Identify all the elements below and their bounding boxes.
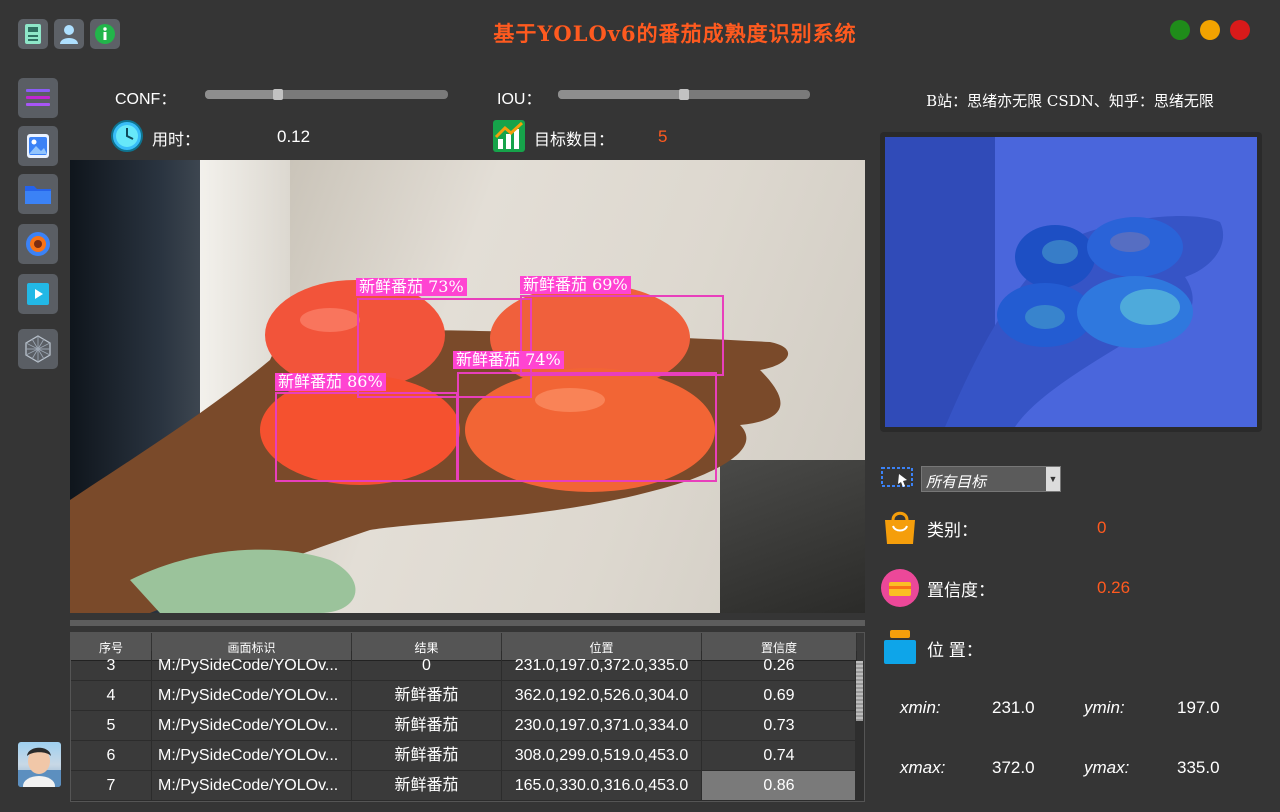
- shopping-bag-icon: [881, 508, 919, 546]
- cell-confidence[interactable]: 0.26: [702, 651, 857, 681]
- iou-slider-fill: [558, 90, 684, 99]
- position-icon: [882, 628, 920, 666]
- detection-box: [457, 372, 717, 482]
- cell-position[interactable]: 165.0,330.0,316.0,453.0: [502, 771, 702, 801]
- cell-position[interactable]: 308.0,299.0,519.0,453.0: [502, 741, 702, 771]
- conf-label: CONF：: [115, 91, 177, 108]
- cell-position[interactable]: 231.0,197.0,372.0,335.0: [502, 651, 702, 681]
- xmax-label: xmax:: [900, 758, 946, 777]
- chevron-down-icon[interactable]: ▼: [1046, 467, 1060, 491]
- maximize-button[interactable]: [1170, 20, 1190, 40]
- cell-source[interactable]: M:/PySideCode/YOLOv...: [152, 771, 352, 801]
- xmin-value: 231.0: [992, 698, 1035, 717]
- conf-slider[interactable]: [205, 89, 448, 100]
- time-value: 0.12: [277, 127, 311, 146]
- app-title: 基于YOLOv6的番茄成熟度识别系统: [493, 21, 857, 46]
- heatmap-view: [880, 132, 1262, 432]
- target-select-value: 所有目标: [926, 474, 987, 491]
- cell-position[interactable]: 230.0,197.0,371.0,334.0: [502, 711, 702, 741]
- cell-result[interactable]: 0: [352, 651, 502, 681]
- detection-label: 新鲜番茄 74%: [453, 351, 564, 369]
- results-table: 序号 画面标识 结果 位置 置信度 3 M:/PySideCode/YOLOv..…: [70, 632, 865, 802]
- ymax-value: 335.0: [1177, 758, 1220, 777]
- horizontal-scrollbar[interactable]: [70, 620, 865, 626]
- author-credit: B站：思绪亦无限 CSDN、知乎：思绪无限: [926, 92, 1214, 110]
- detection-image: 新鲜番茄 73% 新鲜番茄 69% 新鲜番茄 74% 新鲜番茄 86%: [70, 160, 865, 613]
- iou-slider[interactable]: [558, 89, 810, 100]
- iou-slider-handle[interactable]: [679, 89, 689, 100]
- detection-label: 新鲜番茄 73%: [356, 278, 467, 296]
- ymax-label: ymax:: [1084, 758, 1130, 777]
- position-label: 位 置：: [927, 641, 983, 660]
- table-row[interactable]: 7 M:/PySideCode/YOLOv... 新鲜番茄 165.0,330.0,3…: [71, 771, 857, 801]
- iou-label: IOU：: [497, 91, 542, 108]
- confidence-icon: [880, 568, 919, 607]
- folder-icon[interactable]: [18, 174, 58, 214]
- ymin-label: ymin:: [1084, 698, 1125, 717]
- clock-icon: [110, 119, 144, 158]
- cell-source[interactable]: M:/PySideCode/YOLOv...: [152, 681, 352, 711]
- model-icon[interactable]: [18, 329, 58, 369]
- image-icon[interactable]: [18, 126, 58, 166]
- cell-result[interactable]: 新鲜番茄: [352, 741, 502, 771]
- cell-source[interactable]: M:/PySideCode/YOLOv...: [152, 741, 352, 771]
- heatmap-image: [885, 137, 1257, 427]
- cell-index[interactable]: 6: [71, 741, 152, 771]
- table-row[interactable]: 4 M:/PySideCode/YOLOv... 新鲜番茄 362.0,192.0,5…: [71, 681, 857, 711]
- detection-label: 新鲜番茄 69%: [520, 276, 631, 294]
- detection-box: [275, 392, 458, 482]
- info-icon[interactable]: [90, 19, 120, 49]
- video-icon[interactable]: [18, 274, 58, 314]
- chart-icon: [492, 119, 526, 158]
- confidence-value: 0.26: [1097, 578, 1131, 597]
- cell-index[interactable]: 7: [71, 771, 152, 801]
- cell-confidence[interactable]: 0.69: [702, 681, 857, 711]
- count-value: 5: [658, 127, 668, 146]
- detection-label: 新鲜番茄 86%: [275, 373, 386, 391]
- target-select-icon: [881, 466, 913, 495]
- cell-index[interactable]: 3: [71, 651, 152, 681]
- time-label: 用时：: [152, 132, 201, 149]
- cell-position[interactable]: 362.0,192.0,526.0,304.0: [502, 681, 702, 711]
- title-bar: 基于YOLOv6的番茄成熟度识别系统: [0, 0, 1280, 66]
- table-row[interactable]: 3 M:/PySideCode/YOLOv... 0 231.0,197.0,372.…: [71, 651, 857, 681]
- vertical-scrollbar[interactable]: [855, 661, 864, 801]
- avatar[interactable]: [18, 742, 61, 787]
- cell-result[interactable]: 新鲜番茄: [352, 711, 502, 741]
- conf-slider-fill: [205, 90, 278, 99]
- cell-confidence[interactable]: 0.73: [702, 711, 857, 741]
- close-button[interactable]: [1230, 20, 1250, 40]
- target-select[interactable]: 所有目标 ▼: [921, 466, 1061, 492]
- xmax-value: 372.0: [992, 758, 1035, 777]
- class-value: 0: [1097, 518, 1107, 537]
- conf-slider-handle[interactable]: [273, 89, 283, 100]
- cell-result[interactable]: 新鲜番茄: [352, 771, 502, 801]
- scrollbar-thumb[interactable]: [856, 661, 863, 721]
- count-label: 目标数目：: [534, 132, 615, 149]
- confidence-label: 置信度：: [927, 581, 995, 600]
- cell-index[interactable]: 5: [71, 711, 152, 741]
- ymin-value: 197.0: [1177, 698, 1220, 717]
- save-icon[interactable]: [18, 19, 48, 49]
- cell-source[interactable]: M:/PySideCode/YOLOv...: [152, 711, 352, 741]
- minimize-button[interactable]: [1200, 20, 1220, 40]
- table-row[interactable]: 5 M:/PySideCode/YOLOv... 新鲜番茄 230.0,197.0,3…: [71, 711, 857, 741]
- cell-source[interactable]: M:/PySideCode/YOLOv...: [152, 651, 352, 681]
- menu-icon[interactable]: [18, 78, 58, 118]
- cell-index[interactable]: 4: [71, 681, 152, 711]
- camera-icon[interactable]: [18, 224, 58, 264]
- table-row[interactable]: 6 M:/PySideCode/YOLOv... 新鲜番茄 308.0,299.0,5…: [71, 741, 857, 771]
- cell-confidence[interactable]: 0.86: [702, 771, 857, 801]
- cell-result[interactable]: 新鲜番茄: [352, 681, 502, 711]
- class-label: 类别：: [927, 521, 978, 540]
- cell-confidence[interactable]: 0.74: [702, 741, 857, 771]
- user-icon[interactable]: [54, 19, 84, 49]
- xmin-label: xmin:: [900, 698, 941, 717]
